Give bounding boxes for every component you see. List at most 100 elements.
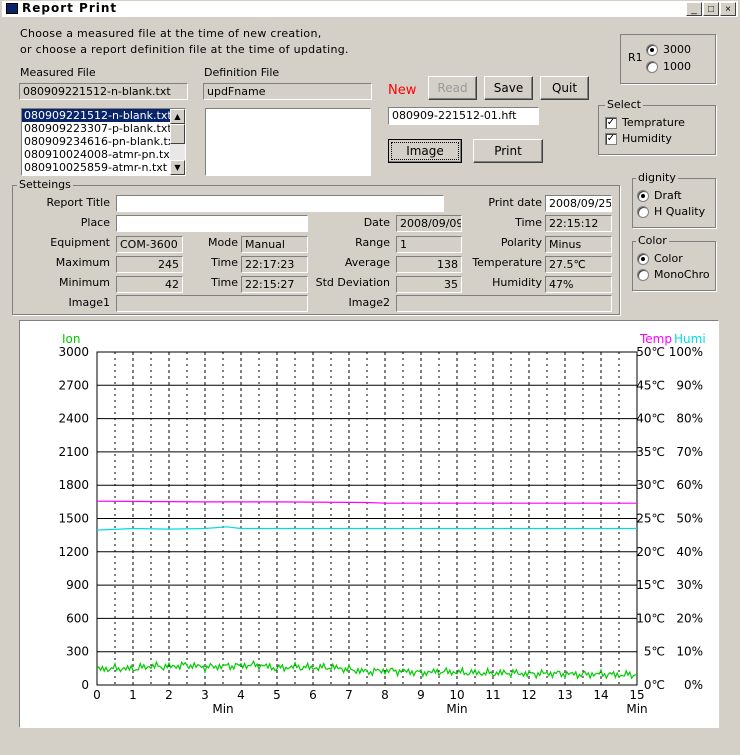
monochro-label: MonoChro [654,268,710,281]
humi-tick-label: 100% [669,345,703,359]
place-input[interactable] [116,215,308,232]
x-tick-label: 10 [449,688,464,702]
minimize-button[interactable]: _ [686,2,702,16]
scroll-up-icon[interactable]: ▲ [170,109,185,124]
scroll-down-icon[interactable]: ▼ [170,160,185,175]
intro-line-2: or choose a report definition file at th… [20,43,349,56]
measured-file-item[interactable]: 080910024008-atmr-pn.txt [22,148,185,161]
monochro-radio[interactable] [637,269,649,281]
measured-file-list[interactable]: 080909221512-n-blank.txt 080909223307-p-b… [21,108,186,176]
temprature-label: Temprature [622,116,685,129]
ion-temp-humi-chart: 030060090012001500180021002400270030000℃… [58,332,706,716]
max-time-field: 22:17:23 [241,256,308,273]
time-field: 22:15:12 [545,215,612,232]
temprature-checkbox[interactable]: ✓ [605,117,617,129]
read-button[interactable]: Read [428,76,477,100]
maximize-button[interactable]: □ [703,2,719,16]
y-tick-label: 300 [66,645,89,659]
minimum-field: 42 [116,276,183,293]
date-field: 2008/09/09 [396,215,462,232]
dignity-group: dignity Draft H Quality [632,171,716,228]
temperature-label: Temperature [472,256,542,269]
humidity-checkbox[interactable]: ✓ [605,133,617,145]
save-button[interactable]: Save [484,76,533,100]
x-tick-label: 8 [381,688,389,702]
color-radio[interactable] [637,253,649,265]
ion-axis-title: Ion [62,332,81,346]
temp-tick-label: 20℃ [636,545,665,559]
r1-label: R1 [628,51,643,64]
temp-tick-label: 10℃ [636,611,665,625]
print-button[interactable]: Print [473,139,543,163]
humi-tick-label: 80% [676,412,703,426]
list-scrollbar[interactable]: ▲ ▼ [170,109,185,175]
draft-radio[interactable] [637,190,649,202]
measured-file-item[interactable]: 080909234616-pn-blank.txt [22,135,185,148]
r1-1000-label: 1000 [663,60,691,73]
report-title-input[interactable] [116,195,444,212]
equipment-field: COM-3600 [116,236,183,253]
y-tick-label: 3000 [58,345,89,359]
equipment-label: Equipment [50,236,110,249]
close-button[interactable]: × [720,2,736,16]
temp-tick-label: 5℃ [644,645,665,659]
temp-tick-label: 25℃ [636,512,665,526]
time-label: Time [515,216,542,229]
minimum-label: Minimum [59,276,110,289]
quit-button[interactable]: Quit [540,76,589,100]
h-quality-label: H Quality [654,205,706,218]
h-quality-radio[interactable] [637,206,649,218]
x-unit-label: Min [446,702,467,716]
humi-axis-title: Humi [674,332,706,346]
mode-label: Mode [208,236,238,249]
polarity-label: Polarity [500,236,542,249]
measured-file-item[interactable]: 080909223307-p-blank.txt [22,122,185,135]
min-time-field: 22:15:27 [241,276,308,293]
print-date-input[interactable]: 2008/09/25 [545,195,612,212]
temp-tick-label: 45℃ [636,378,665,392]
x-tick-label: 4 [237,688,245,702]
y-tick-label: 1800 [58,478,89,492]
x-tick-label: 6 [309,688,317,702]
scroll-thumb[interactable] [170,124,185,144]
maximum-label: Maximum [55,256,110,269]
x-tick-label: 14 [593,688,608,702]
average-label: Average [344,256,390,269]
definition-file-label: Definition File [204,66,280,79]
measured-file-item[interactable]: 080910025859-atmr-n.txt [22,161,185,174]
image2-label: Image2 [348,296,390,309]
humi-tick-label: 30% [676,578,703,592]
range-label: Range [355,236,390,249]
app-icon [6,3,18,14]
temp-tick-label: 40℃ [636,412,665,426]
x-unit-label: Min [212,702,233,716]
y-tick-label: 2700 [58,378,89,392]
r1-1000-radio[interactable] [646,61,658,73]
r1-3000-radio[interactable] [646,44,658,56]
settings-group-title: Setteings [17,178,73,191]
temp-tick-label: 30℃ [636,478,665,492]
measured-file-item[interactable]: 080909221512-n-blank.txt [22,109,185,122]
std-deviation-label: Std Deviation [315,276,390,289]
x-tick-label: 13 [557,688,572,702]
color-label: Color [654,252,683,265]
chart-panel: 0 300 600 900 1200 1500 1800 2100 2400 2700 3000 0℃… [19,320,719,728]
x-tick-label: 11 [485,688,500,702]
humi-tick-label: 10% [676,645,703,659]
temp-tick-label: 50℃ [636,345,665,359]
humi-tick-label: 20% [676,611,703,625]
max-time-label: Time [211,256,238,269]
new-label: New [388,83,417,98]
x-tick-label: 0 [93,688,101,702]
dignity-group-title: dignity [636,171,678,184]
window-title: Report Print [22,1,118,15]
image-button[interactable]: Image [388,139,462,163]
new-filename-input[interactable]: 080909-221512-01.hft [388,107,539,125]
humidity-label: Humidity [622,132,672,145]
x-tick-label: 2 [165,688,173,702]
definition-file-list[interactable] [205,108,371,176]
select-group-title: Select [605,98,643,111]
temp-axis-title: Temp [639,332,672,346]
image1-field [116,295,308,312]
measured-file-field: 080909221512-n-blank.txt [19,83,188,100]
